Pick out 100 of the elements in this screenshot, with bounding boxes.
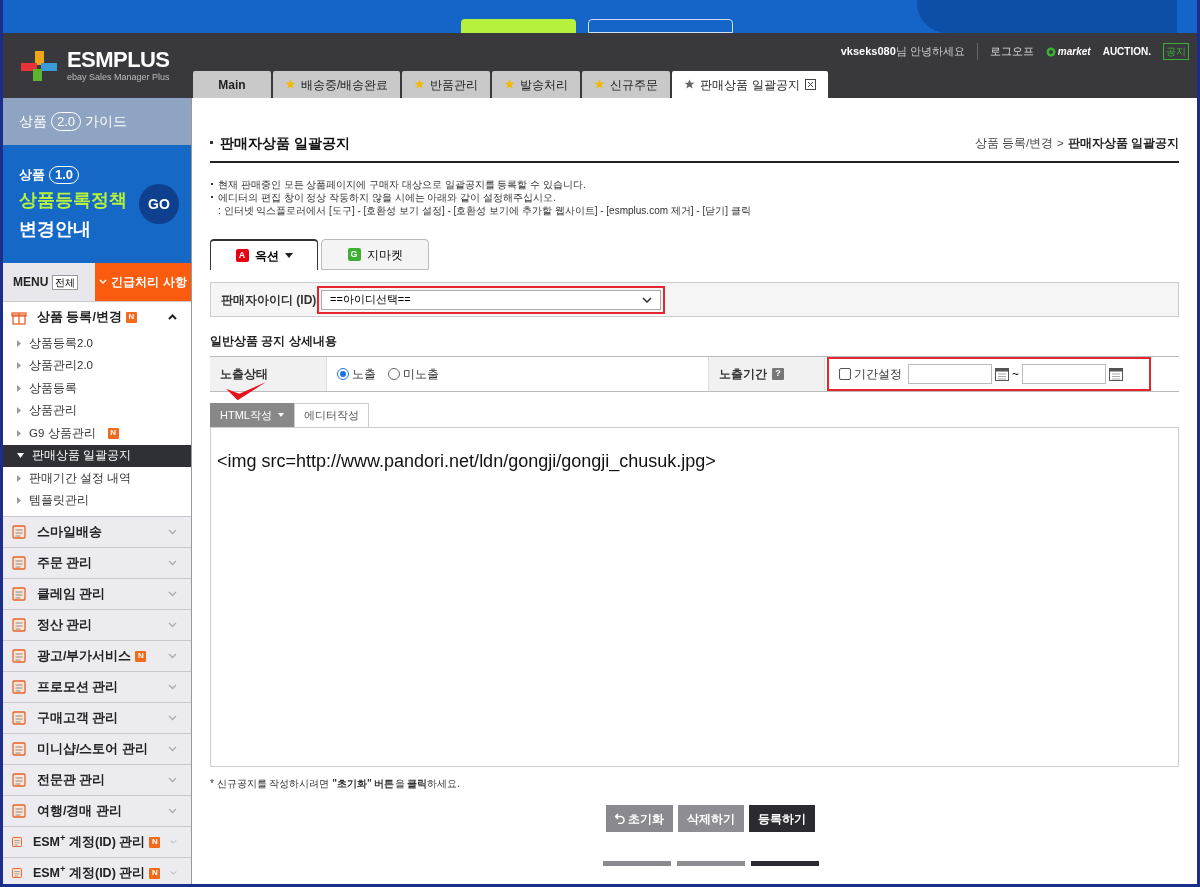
- logo-icon: [19, 48, 59, 83]
- menu-group[interactable]: 여행/경매 관리: [3, 795, 191, 826]
- logo-tagline: ebay Sales Manager Plus: [67, 73, 170, 82]
- menu-group-label: 구매고객 관리: [37, 709, 119, 727]
- auction-link[interactable]: AUCTION.: [1102, 44, 1151, 59]
- site-tab[interactable]: G 지마켓: [321, 239, 429, 270]
- menu-group[interactable]: 스마일배송: [3, 516, 191, 547]
- checkbox[interactable]: [839, 368, 851, 380]
- promo-label: 상품: [19, 166, 45, 185]
- start-date-field[interactable]: [908, 364, 992, 384]
- page-tab[interactable]: 신규주문: [582, 71, 671, 98]
- document-icon: [11, 834, 23, 850]
- guide-label: 가이드: [85, 112, 128, 131]
- chevron-down-icon: [168, 684, 177, 690]
- all-button[interactable]: 전체: [52, 274, 79, 290]
- new-badge: N: [135, 650, 147, 662]
- chevron-down-icon: [642, 296, 652, 303]
- notice-text: 에디터의 편집 창이 정상 작동하지 않을 시에는 아래와 같이 설정해주십시오.: [210, 191, 1179, 204]
- page-tab[interactable]: 판매상품 일괄공지: [672, 71, 828, 98]
- menu-group[interactable]: 주문 관리: [3, 547, 191, 578]
- g-logo-icon: [1045, 46, 1056, 57]
- chevron-down-icon: [168, 746, 177, 752]
- logout-link[interactable]: 로그오프: [976, 43, 1034, 60]
- menu-group-label: ESM$^{+}$ 계정(ID) 관리: [32, 863, 146, 882]
- caret-down-icon: [17, 453, 24, 459]
- notice-text: 현재 판매중인 모든 상품페이지에 구매자 대상으로 일괄공지를 등록할 수 있습니다.: [210, 178, 1179, 191]
- chevron-down-icon: [168, 808, 177, 814]
- breadcrumb-link[interactable]: 상품 등록/변경: [974, 134, 1054, 153]
- seller-id-dropdown[interactable]: ==아이디선택==: [321, 289, 661, 310]
- new-badge: N: [125, 311, 137, 323]
- caret-right-icon: [17, 497, 21, 505]
- new-badge: N: [107, 427, 119, 439]
- menu-group-label: 상품 등록/변경: [37, 308, 122, 326]
- site-tab[interactable]: A 옥션: [210, 239, 318, 270]
- menu-group-label: 주문 관리: [37, 554, 93, 572]
- chevron-down-icon: [170, 839, 177, 845]
- market-badge: A: [235, 249, 249, 262]
- menu-group-label: ESM$^{+}$ 계정(ID) 관리: [32, 832, 146, 851]
- menu-group[interactable]: 광고/부가서비스 N: [3, 640, 191, 671]
- menu-group-label: 여행/경매 관리: [37, 802, 122, 820]
- promo-subtitle: 변경안내: [19, 217, 92, 241]
- submenu-item[interactable]: 판매상품 일괄공지: [3, 444, 191, 467]
- radio-option[interactable]: 미노출: [388, 365, 439, 383]
- chevron-down-icon: [168, 529, 177, 535]
- new-badge: N: [149, 836, 161, 848]
- checkbox-option[interactable]: 기간설정: [839, 365, 902, 383]
- page-title: 판매자상품 일괄공지: [210, 133, 350, 154]
- greeting-text: vkseks080님 안녕하세요: [840, 44, 965, 60]
- chevron-down-icon: [168, 560, 177, 566]
- menu-group[interactable]: ESM$^{+}$ 계정(ID) 관리 N: [3, 857, 191, 884]
- menu-group[interactable]: 정산 관리: [3, 609, 191, 640]
- radio-label: 미노출: [403, 366, 439, 383]
- promo-title: 상품등록정책: [19, 188, 127, 212]
- menu-group[interactable]: 프로모션 관리: [3, 671, 191, 702]
- menu-group[interactable]: 미니샵/스토어 관리: [3, 733, 191, 764]
- checkbox-label: 기간설정: [854, 366, 902, 383]
- document-icon: [11, 772, 27, 788]
- caret-right-icon: [17, 362, 21, 370]
- field-label: 노출상태: [210, 357, 326, 391]
- caret-right-icon: [17, 339, 21, 347]
- page-tab[interactable]: Main: [193, 71, 271, 98]
- editor-tab[interactable]: 에디터작성: [293, 403, 369, 427]
- html-editor-field[interactable]: <img src=http://www.pandori.net/ldn/gongji/gongji_chusuk.jpg>: [210, 427, 1179, 767]
- page-tab[interactable]: 발송처리: [492, 71, 581, 98]
- caret-right-icon: [17, 474, 21, 482]
- menu-label: MENU: [13, 274, 49, 291]
- editor-text: <img src=http://www.pandori.net/ldn/gongji/gongji_chusuk.jpg>: [217, 451, 716, 471]
- notice-text: : 인터넷 익스플로러에서 [도구] - [호환성 보기 설정] - [호환성 보기에 추가할 웹사이트] - [esmplus.com 제거] - [닫기] 클릭: [217, 204, 752, 217]
- menu-group-label: 프로모션 관리: [37, 678, 119, 696]
- help-icon[interactable]: ?: [772, 368, 784, 380]
- radio-option[interactable]: 노출: [337, 365, 376, 383]
- menu-group[interactable]: 구매고객 관리: [3, 702, 191, 733]
- breadcrumb-separator: >: [1057, 135, 1064, 151]
- chevron-down-icon: [168, 653, 177, 659]
- submit-button[interactable]: 등록하기: [749, 805, 815, 832]
- end-date-field[interactable]: [1022, 364, 1106, 384]
- menu-group[interactable]: ESM$^{+}$ 계정(ID) 관리 N: [3, 826, 191, 857]
- page-tab[interactable]: 배송중/배송완료: [273, 71, 401, 98]
- document-icon: [11, 679, 27, 695]
- breadcrumb-link[interactable]: 판매자상품 일괄공지: [1067, 134, 1179, 153]
- document-icon: [11, 710, 27, 726]
- page-tab[interactable]: 반품관리: [402, 71, 491, 98]
- notice-badge[interactable]: 공지: [1163, 43, 1189, 60]
- menu-group-label: 전문관 관리: [37, 771, 106, 789]
- g-logo-link[interactable]: market: [1045, 44, 1091, 59]
- menu-group-label: 정산 관리: [37, 616, 93, 634]
- guide-label: 상품: [19, 112, 47, 131]
- caret-right-icon: [17, 384, 21, 392]
- editor-tab[interactable]: HTML작성: [210, 403, 294, 427]
- document-icon: [11, 524, 27, 540]
- document-icon: [11, 741, 27, 757]
- menu-group[interactable]: 전문관 관리: [3, 764, 191, 795]
- go-button[interactable]: GO: [139, 184, 179, 224]
- chevron-down-icon: [168, 622, 177, 628]
- undo-icon: [615, 813, 625, 824]
- promo-banner[interactable]: 상품 1.0 상품등록정책 변경안내 GO: [3, 145, 191, 263]
- document-icon: [11, 648, 27, 664]
- logo-text: ESMPLUS: [67, 49, 170, 71]
- menu-group[interactable]: 클레임 관리: [3, 578, 191, 609]
- chevron-down-icon: [168, 715, 177, 721]
